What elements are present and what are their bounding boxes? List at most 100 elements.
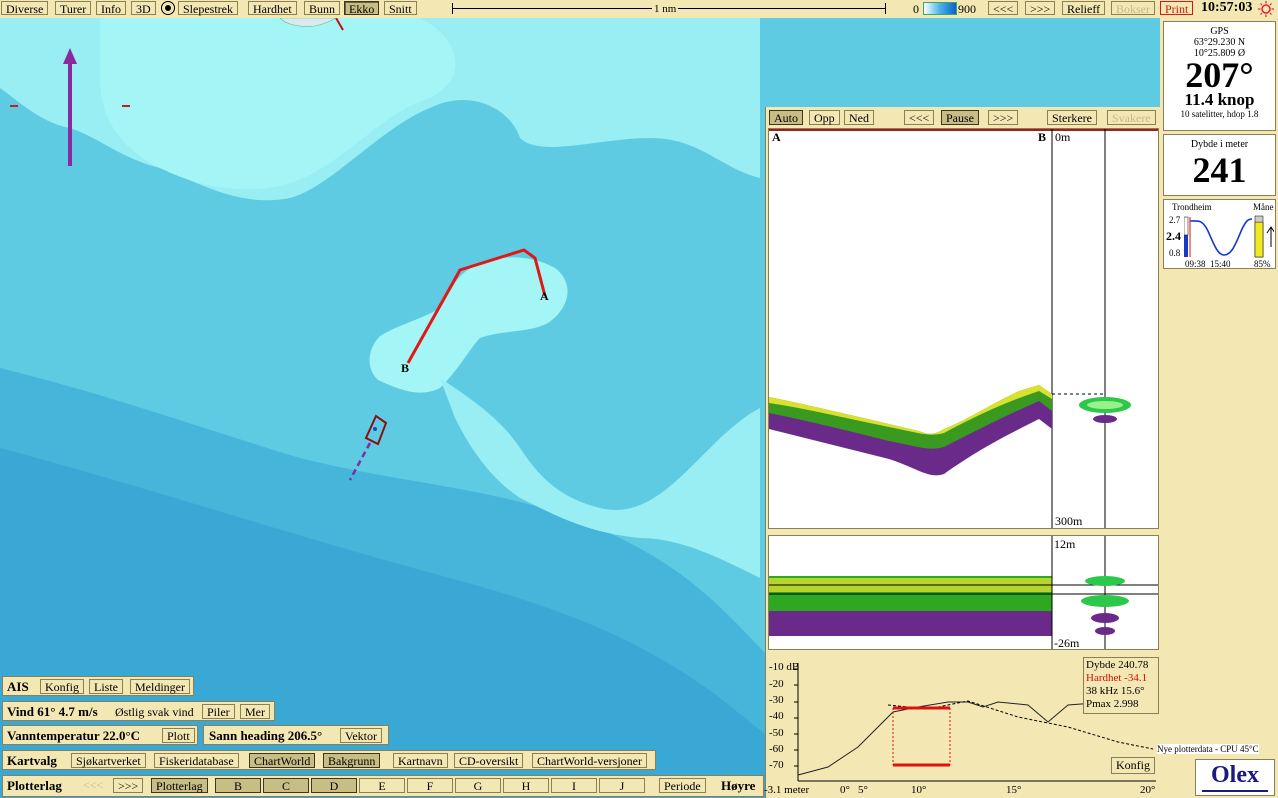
echo-svakere-button[interactable]: Svakere <box>1107 110 1156 125</box>
bunn-button[interactable]: Bunn <box>304 1 341 16</box>
info-pmax: Pmax 2.998 <box>1086 698 1139 710</box>
periode-button[interactable]: Periode <box>659 778 706 793</box>
plotterlag-button[interactable]: Plotterlag <box>151 778 208 793</box>
hardhet-button[interactable]: Hardhet <box>248 1 297 16</box>
db-tick-6: -60 <box>769 743 784 755</box>
diverse-button[interactable]: Diverse <box>1 1 49 16</box>
db-tick-4: -40 <box>769 710 784 722</box>
moon-level-fill <box>1254 221 1264 258</box>
depth-title: Dybde i meter <box>1190 139 1249 150</box>
gps-heading: 207° <box>1185 55 1254 95</box>
ais-row: AIS Konfig Liste Meldinger <box>2 676 194 696</box>
db-tick-1: -10 dB <box>769 661 800 673</box>
echo-pause-button[interactable]: Pause <box>941 110 979 125</box>
turer-button[interactable]: Turer <box>55 1 92 16</box>
prev-button[interactable]: <<< <box>988 1 1019 16</box>
x-tick-6: 20° <box>1140 784 1156 796</box>
fiskeri-button[interactable]: Fiskeridatabase <box>154 753 239 768</box>
zoom-bottom-depth: -26m <box>1054 636 1080 650</box>
layer-h-button[interactable]: H <box>503 778 549 793</box>
x-tick-3: 5° <box>858 784 868 796</box>
chartworld-button[interactable]: ChartWorld <box>249 753 316 768</box>
moon-label: Måne <box>1253 202 1274 212</box>
olex-logo[interactable]: Olex <box>1195 759 1275 796</box>
water-plott-button[interactable]: Plott <box>162 728 195 743</box>
bakgrunn-button[interactable]: Bakgrunn <box>323 753 381 768</box>
ais-meldinger-button[interactable]: Meldinger <box>130 679 190 694</box>
plotterlag-next-button[interactable]: >>> <box>113 778 144 793</box>
depth-scale-max: 900 <box>958 2 976 16</box>
slepestrek-button[interactable]: Slepestrek <box>178 1 238 16</box>
db-tick-2: -20 <box>769 678 784 690</box>
wind-desc: Østlig svak vind <box>115 705 194 719</box>
echo-top-depth: 0m <box>1055 130 1071 144</box>
layer-g-button[interactable]: G <box>455 778 501 793</box>
db-tick-7: -70 <box>769 759 784 771</box>
echo-konfig-button[interactable]: Konfig <box>1111 757 1155 774</box>
gps-title: GPS <box>1210 26 1229 37</box>
layer-j-button[interactable]: J <box>599 778 645 793</box>
route-label-b: B <box>401 361 410 375</box>
hardness-graph[interactable]: -10 dB -20 -30 -40 -50 -60 -70 -3.1 mete… <box>764 657 1159 798</box>
snitt-button[interactable]: Snitt <box>384 1 417 16</box>
wind-row: Vind 61° 4.7 m/s Østlig svak vind Piler … <box>2 701 275 721</box>
boat-icon[interactable] <box>364 416 388 446</box>
info-button[interactable]: Info <box>96 1 126 16</box>
info-dybde: Dybde 240.78 <box>1086 659 1149 671</box>
kartnavn-button[interactable]: Kartnavn <box>393 753 448 768</box>
echo-ned-button[interactable]: Ned <box>844 110 874 125</box>
echo-sterkere-button[interactable]: Sterkere <box>1047 110 1097 125</box>
print-button[interactable]: Print <box>1160 1 1194 16</box>
x-tick-2: 0° <box>840 784 850 796</box>
info-freq: 38 kHz 15.6° <box>1086 685 1145 697</box>
bokser-button[interactable]: Bokser <box>1111 1 1155 16</box>
route-label-a: A <box>540 289 549 303</box>
echo-auto-button[interactable]: Auto <box>769 110 803 125</box>
gps-satellites: 10 satelitter, hdop 1.8 <box>1180 109 1259 119</box>
target-icon[interactable] <box>161 1 175 15</box>
layer-i-button[interactable]: I <box>551 778 597 793</box>
cdoversikt-button[interactable]: CD-oversikt <box>454 753 524 768</box>
echogram-zoom[interactable]: 12m -26m <box>768 535 1159 650</box>
tide-high: 2.7 <box>1169 215 1181 225</box>
wind-mer-button[interactable]: Mer <box>240 704 270 719</box>
cwversjoner-button[interactable]: ChartWorld-versjoner <box>532 753 647 768</box>
echo-next-button[interactable]: >>> <box>988 110 1019 125</box>
echo-label-b: B <box>1038 130 1047 144</box>
ais-liste-button[interactable]: Liste <box>89 679 123 694</box>
kartvalg-row: Kartvalg Sjøkartverket Fiskeridatabase C… <box>2 750 656 770</box>
top-toolbar: Diverse Turer Info 3D Slepestrek Hardhet… <box>0 0 1278 19</box>
layer-c-button[interactable]: C <box>263 778 309 793</box>
gps-card[interactable]: GPS 63°29.230 N 10°25.809 Ø 207° 11.4 kn… <box>1163 21 1276 131</box>
heading-vektor-button[interactable]: Vektor <box>340 728 382 743</box>
layer-b-button[interactable]: B <box>215 778 261 793</box>
ais-konfig-button[interactable]: Konfig <box>40 679 84 694</box>
hoyre-label: Høyre <box>721 778 756 793</box>
echogram[interactable]: A B 0m 300m <box>768 128 1159 529</box>
gps-lat: 63°29.230 N <box>1193 37 1246 48</box>
layer-d-button[interactable]: D <box>311 778 357 793</box>
info-hardhet: Hardhet -34.1 <box>1086 672 1148 684</box>
echo-prev-button[interactable]: <<< <box>904 110 935 125</box>
tide-low: 0.8 <box>1169 248 1181 258</box>
echo-sounder-panel: Auto Opp Ned <<< Pause >>> Sterkere Svak… <box>764 107 1163 798</box>
scale-label: 1 nm <box>652 3 679 15</box>
tide-card[interactable]: Trondheim Måne 2.7 2.4 0.8 09:38 15:40 8… <box>1163 199 1276 269</box>
3d-button[interactable]: 3D <box>131 1 156 16</box>
sjokart-button[interactable]: Sjøkartverket <box>71 753 146 768</box>
heading-label: Sann heading 206.5° <box>209 728 323 743</box>
tide-time1: 09:38 <box>1185 259 1206 269</box>
layer-f-button[interactable]: F <box>407 778 453 793</box>
depth-color-scale[interactable] <box>923 2 957 15</box>
wind-piler-button[interactable]: Piler <box>202 704 235 719</box>
ekko-button[interactable]: Ekko <box>344 1 380 16</box>
tide-graph <box>1184 215 1274 258</box>
sun-icon[interactable] <box>1257 1 1275 17</box>
relieff-button[interactable]: Relieff <box>1062 1 1106 16</box>
layer-e-button[interactable]: E <box>359 778 405 793</box>
plotterlag-prev-button[interactable]: <<< <box>79 778 107 793</box>
plotterlag-row: Plotterlag <<< >>> Plotterlag B C D E F … <box>2 775 764 797</box>
next-button[interactable]: >>> <box>1025 1 1056 16</box>
echo-opp-button[interactable]: Opp <box>809 110 840 125</box>
depth-card[interactable]: Dybde i meter 241 <box>1163 134 1276 196</box>
